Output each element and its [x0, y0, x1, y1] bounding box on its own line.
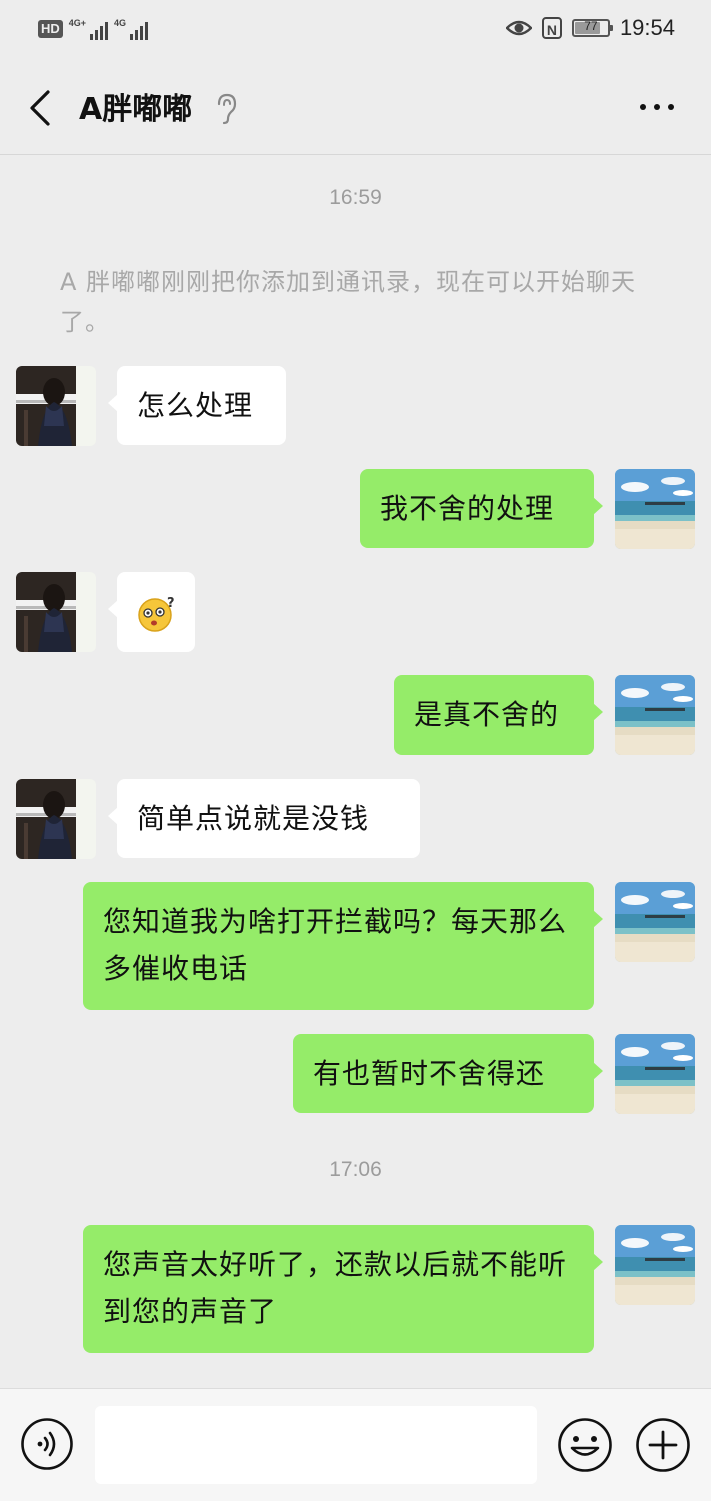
my-avatar[interactable] — [615, 1034, 695, 1114]
signal-icon-4g: 4G — [114, 18, 149, 40]
ear-icon — [217, 93, 237, 125]
message-input[interactable] — [95, 1406, 537, 1484]
contact-avatar[interactable] — [16, 572, 96, 652]
signal-icon-4g-plus: 4G+ — [68, 18, 109, 40]
svg-text:?: ? — [167, 596, 176, 611]
timestamp: 16:59 — [329, 186, 382, 209]
back-arrow-icon[interactable] — [22, 86, 62, 130]
battery-icon: 77 — [571, 19, 613, 37]
message-bubble-outgoing[interactable]: 您声音太好听了，还款以后就不能听到您的声音了 — [83, 1225, 603, 1353]
my-avatar[interactable] — [615, 469, 695, 549]
message-bubble-emoji[interactable]: ? — [108, 572, 195, 652]
timestamp: 17:06 — [329, 1158, 382, 1181]
chat-header: A胖嘟嘟 — [0, 62, 711, 155]
contact-avatar[interactable] — [16, 366, 96, 446]
message-bubble-incoming[interactable]: 简单点说就是没钱 — [108, 779, 420, 858]
status-left: HD 4G+ 4G — [38, 18, 149, 40]
more-dots-icon[interactable] — [633, 92, 681, 122]
status-time: 19:54 — [619, 15, 675, 40]
system-message: A 胖嘟嘟刚刚把你添加到通讯录，现在可以开始聊天了。 — [60, 268, 637, 336]
plus-icon[interactable] — [635, 1417, 691, 1473]
message-bubble-outgoing[interactable]: 有也暂时不舍得还 — [293, 1034, 603, 1113]
dizzy-face-emoji-icon: ? — [138, 596, 176, 632]
nfc-icon: N — [541, 17, 562, 39]
chat-title[interactable]: A胖嘟嘟 — [79, 84, 192, 128]
battery-level: 77 — [584, 19, 598, 33]
network-label-2: 4G — [114, 18, 127, 28]
network-label-1: 4G+ — [68, 18, 87, 28]
emoji-icon[interactable] — [557, 1417, 613, 1473]
message-bubble-outgoing[interactable]: 我不舍的处理 — [360, 469, 603, 548]
hd-badge: HD — [38, 20, 63, 38]
status-right: N 77 19:54 — [505, 15, 675, 41]
contact-avatar[interactable] — [16, 779, 96, 859]
input-bar — [0, 1388, 711, 1501]
message-bubble-incoming[interactable]: 怎么处理 — [108, 366, 286, 445]
eye-comfort-icon — [505, 20, 532, 36]
message-bubble-outgoing[interactable]: 是真不舍的 — [394, 675, 603, 755]
status-bar: HD 4G+ 4G N 77 19:54 — [0, 0, 711, 62]
my-avatar[interactable] — [615, 675, 695, 755]
my-avatar[interactable] — [615, 882, 695, 962]
voice-icon[interactable] — [20, 1417, 74, 1471]
message-bubble-outgoing[interactable]: 您知道我为啥打开拦截吗？每天那么多催收电话 — [83, 882, 603, 1010]
my-avatar[interactable] — [615, 1225, 695, 1305]
